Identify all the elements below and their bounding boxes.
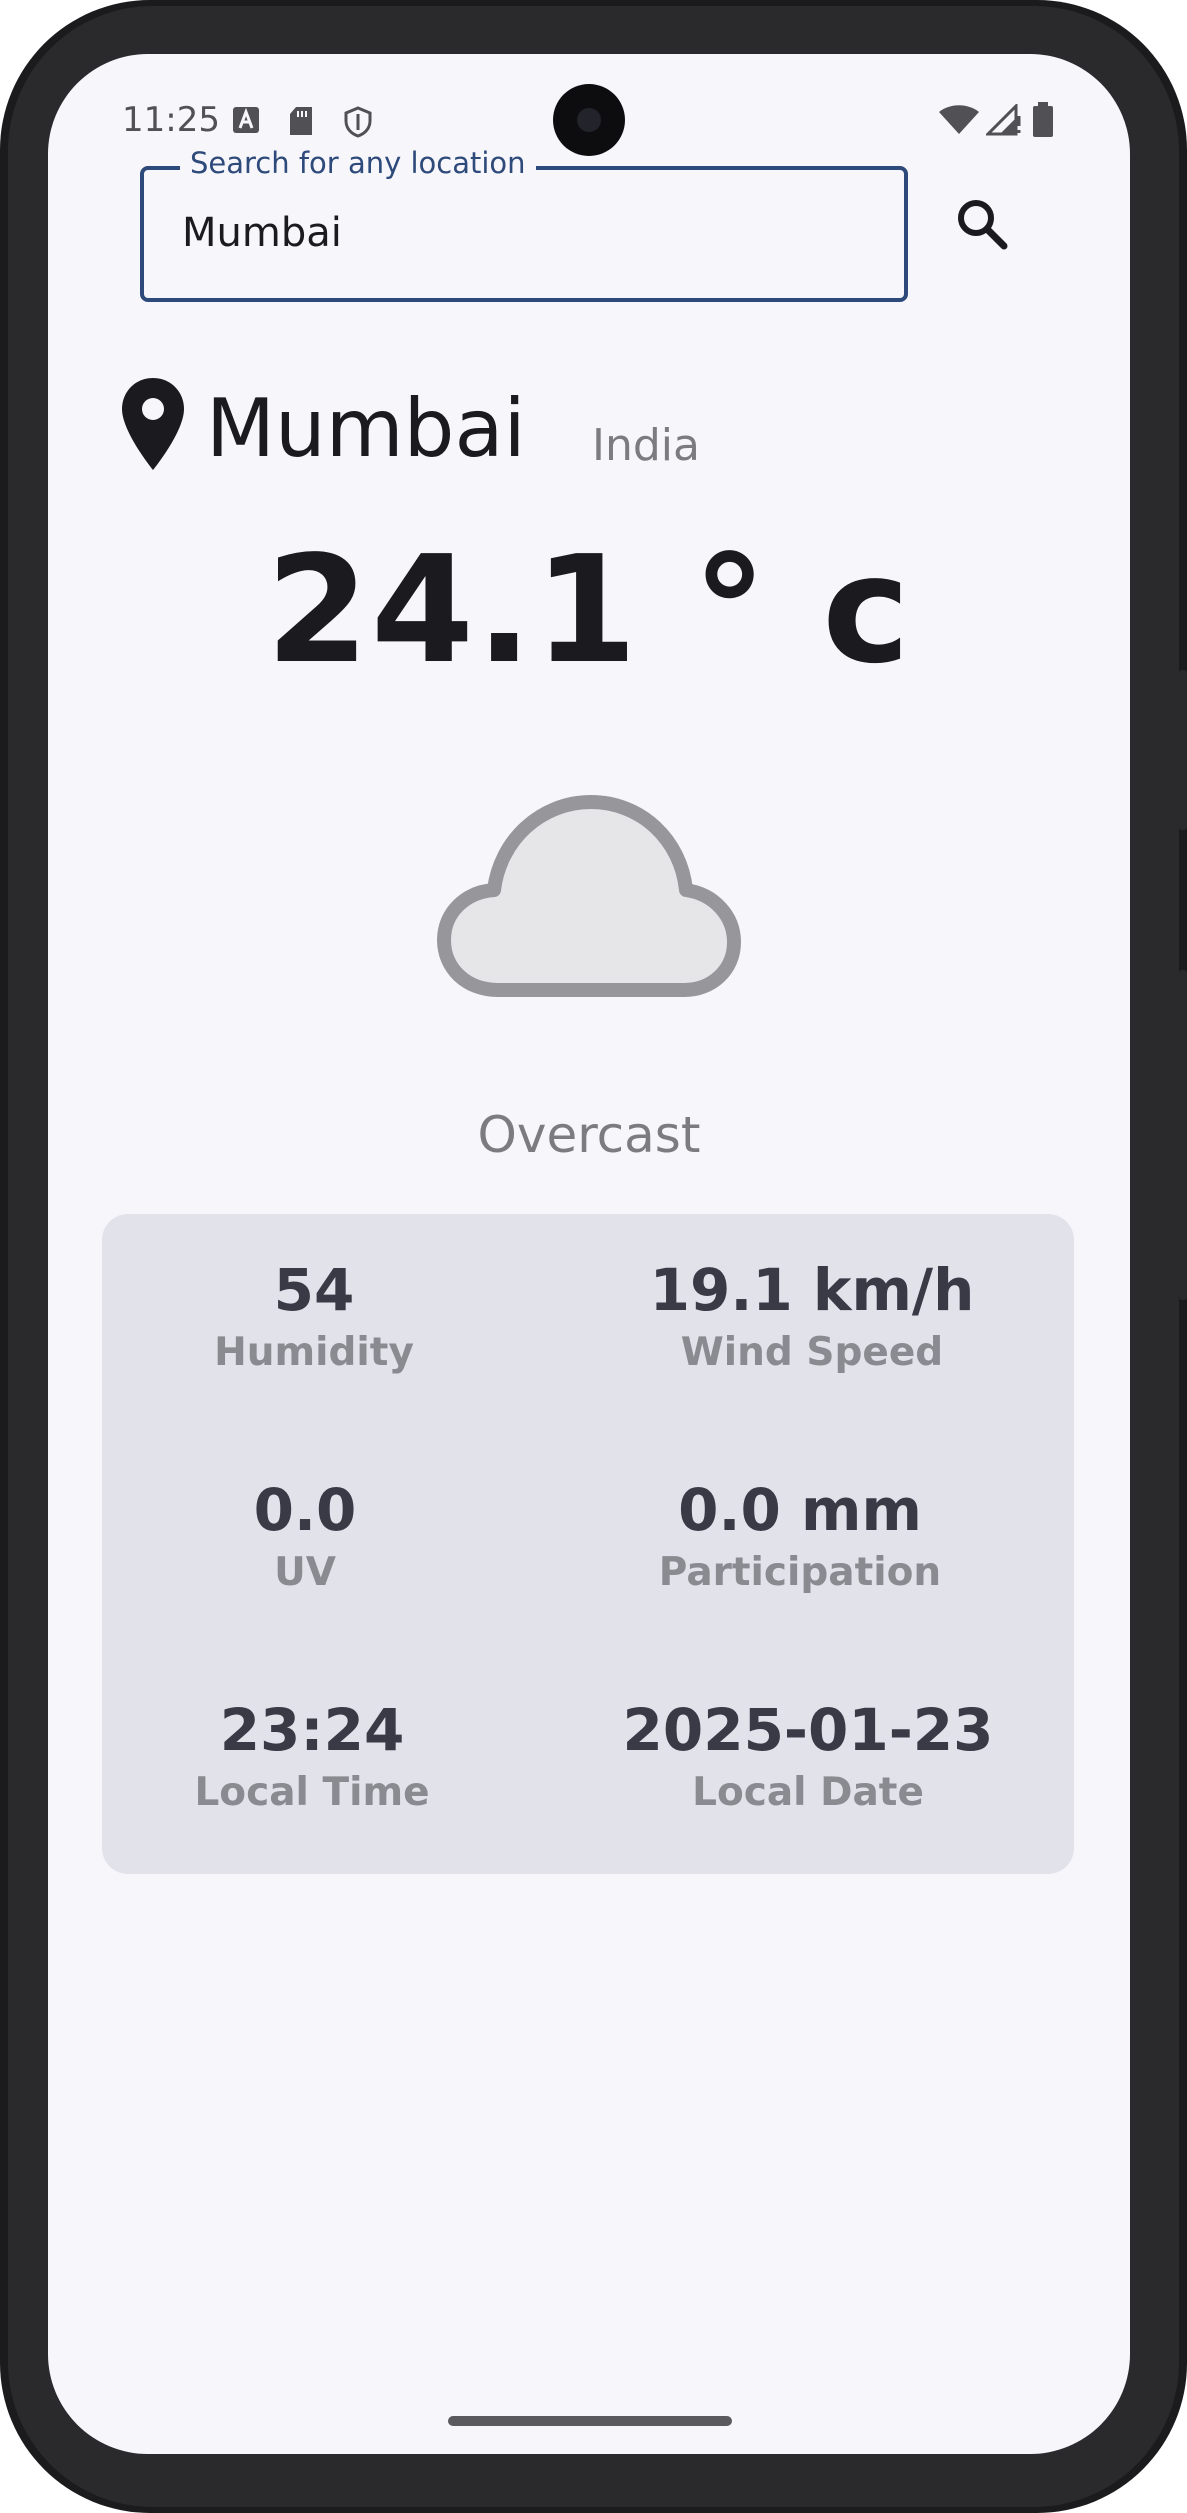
stat-label: Local Date: [692, 1770, 924, 1815]
search-input[interactable]: Search for any location Mumbai: [140, 146, 908, 302]
stat-local-date: 2025-01-23 Local Date: [588, 1696, 1028, 1815]
stat-value: 0.0: [253, 1476, 357, 1544]
sd-card-icon: [290, 107, 312, 135]
search-button[interactable]: [948, 190, 1018, 260]
stat-value: 0.0 mm: [678, 1476, 922, 1544]
phone-frame: 11:25 Search for any location Mumbai Mum…: [0, 0, 1187, 2513]
city-name: Mumbai: [206, 382, 526, 475]
stat-value: 19.1 km/h: [649, 1256, 975, 1324]
stat-humidity: 54 Humidity: [102, 1256, 526, 1375]
front-camera: [553, 84, 625, 156]
wifi-icon: [939, 105, 979, 134]
font-a-icon: [233, 107, 259, 133]
search-label: Search for any location: [180, 146, 536, 180]
weather-details-card: 54 Humidity 19.1 km/h Wind Speed 0.0 UV …: [102, 1214, 1074, 1874]
country-name: India: [592, 420, 700, 471]
cell-signal-icon: [986, 104, 1021, 136]
stat-wind-speed: 19.1 km/h Wind Speed: [592, 1256, 1032, 1375]
stat-label: Humidity: [214, 1330, 414, 1375]
screen: 11:25 Search for any location Mumbai Mum…: [48, 54, 1130, 2454]
cloud-icon: [437, 795, 741, 997]
stat-value: 54: [273, 1256, 355, 1324]
stat-label: Local Time: [194, 1770, 430, 1815]
temperature: 24.1 ° c: [266, 524, 912, 696]
stat-uv: 0.0 UV: [102, 1476, 508, 1595]
volume-button: [1179, 670, 1187, 830]
stat-label: Wind Speed: [680, 1330, 944, 1375]
stat-local-time: 23:24 Local Time: [102, 1696, 522, 1815]
home-indicator[interactable]: [448, 2416, 732, 2426]
power-button: [1179, 970, 1187, 1300]
battery-icon: [1033, 102, 1053, 137]
stat-label: UV: [274, 1550, 336, 1595]
status-time: 11:25: [122, 100, 220, 140]
shield-icon: [344, 106, 372, 138]
weather-condition: Overcast: [477, 1106, 701, 1164]
stat-precipitation: 0.0 mm Participation: [580, 1476, 1020, 1595]
search-value: Mumbai: [182, 210, 342, 256]
stat-label: Participation: [658, 1550, 942, 1595]
search-icon: [958, 200, 1008, 250]
stat-value: 2025-01-23: [622, 1696, 994, 1764]
map-pin-icon: [122, 378, 184, 470]
stat-value: 23:24: [219, 1696, 405, 1764]
